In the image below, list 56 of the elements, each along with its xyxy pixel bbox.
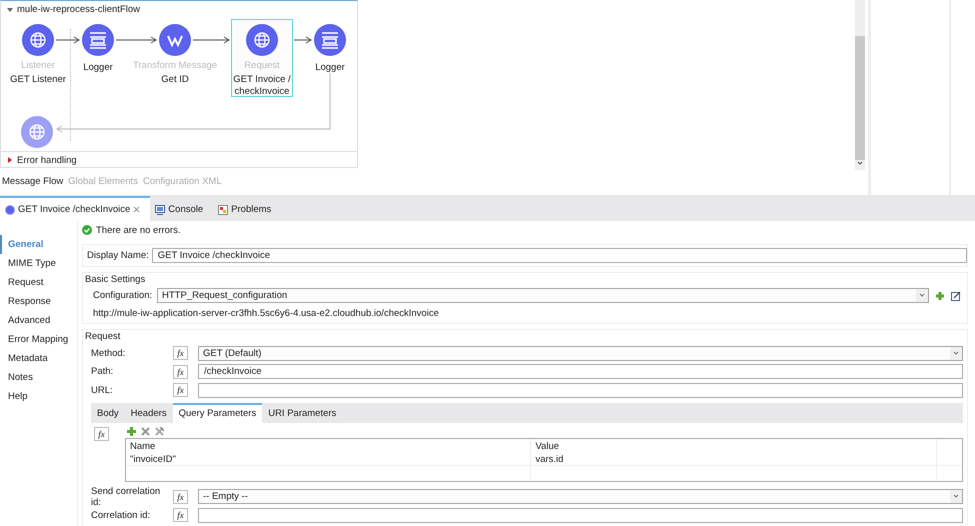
field-label: Configuration:	[93, 290, 151, 301]
field-label: Display Name:	[87, 250, 149, 261]
nav-item[interactable]: Help	[0, 387, 77, 406]
node-name: Logger	[315, 62, 345, 74]
flow-node[interactable]: Listener GET Listener	[7, 19, 69, 97]
table-cell: vars.id	[531, 452, 937, 464]
nav-item[interactable]: Metadata	[0, 349, 77, 368]
flow-title: mule-iw-reprocess-clientFlow	[17, 4, 140, 15]
editor-tab[interactable]: Console	[150, 196, 214, 221]
nav-item[interactable]: MIME Type	[0, 254, 77, 273]
flow-node[interactable]: Request GET Invoice / checkInvoice	[231, 19, 293, 97]
node-type-label: Transform Message	[132, 60, 218, 71]
url-text: http://mule-iw-application-server-cr3fhh.5sc6y6-4.usa-e2.cloudhub.io/checkInvoice	[93, 307, 440, 319]
expression-toggle-button[interactable]: fx	[173, 364, 188, 379]
nav-item[interactable]: Notes	[0, 368, 77, 387]
status-message: There are no errors.	[96, 224, 180, 236]
dropdown[interactable]: -- Empty --	[198, 489, 963, 504]
field-label: Correlation id:	[91, 510, 152, 521]
error-handling-label: Error handling	[17, 154, 77, 166]
node-name: GET Listener	[10, 74, 66, 86]
expression-toggle-button[interactable]: fx	[173, 383, 188, 398]
table-cell: "invoiceID"	[126, 452, 532, 464]
nav-item[interactable]: Error Mapping	[0, 330, 77, 349]
nav-item[interactable]: Response	[0, 292, 77, 311]
editor-tab[interactable]: GET Invoice /checkInvoice	[0, 196, 150, 221]
field-label: Send correlation id:	[91, 486, 162, 508]
field-label: Method:	[91, 348, 126, 359]
expression-toggle-button[interactable]: fx	[173, 490, 188, 504]
input-field[interactable]: /checkInvoice	[198, 364, 963, 380]
expression-toggle-button[interactable]: fx	[173, 346, 188, 360]
node-name: Get ID	[161, 74, 189, 86]
dropdown[interactable]: HTTP_Request_configuration	[157, 288, 929, 303]
sub-tab[interactable]: Body	[91, 402, 125, 422]
editor-tab[interactable]: Problems	[213, 196, 282, 221]
canvas-tab[interactable]: Message Flow	[2, 176, 64, 187]
dropdown[interactable]: GET (Default)	[198, 346, 963, 361]
node-name: Logger	[83, 62, 113, 74]
flow-node[interactable]: Logger	[299, 19, 361, 97]
group-title: Basic Settings	[85, 274, 146, 285]
nav-item[interactable]: Request	[0, 273, 77, 292]
field-label: Path:	[91, 366, 114, 378]
nav-item[interactable]: General	[0, 235, 77, 254]
expression-toggle-button[interactable]: fx	[94, 426, 109, 440]
expression-toggle-button[interactable]: fx	[173, 508, 188, 522]
group-title: Request	[85, 331, 120, 342]
sub-tab[interactable]: Headers	[124, 402, 173, 422]
input-field[interactable]: GET Invoice /checkInvoice	[152, 248, 967, 263]
node-type-label: Request	[244, 60, 280, 71]
node-name: GET Invoice / checkInvoice	[232, 74, 292, 98]
nav-item[interactable]: Advanced	[0, 311, 77, 330]
column-header: Value	[531, 438, 937, 452]
column-header: Name	[126, 438, 532, 452]
field-label: URL:	[91, 384, 114, 396]
sub-tab[interactable]: URI Parameters	[262, 402, 342, 422]
sub-tab[interactable]: Query Parameters	[172, 402, 262, 422]
node-type-label: Listener	[21, 60, 55, 71]
